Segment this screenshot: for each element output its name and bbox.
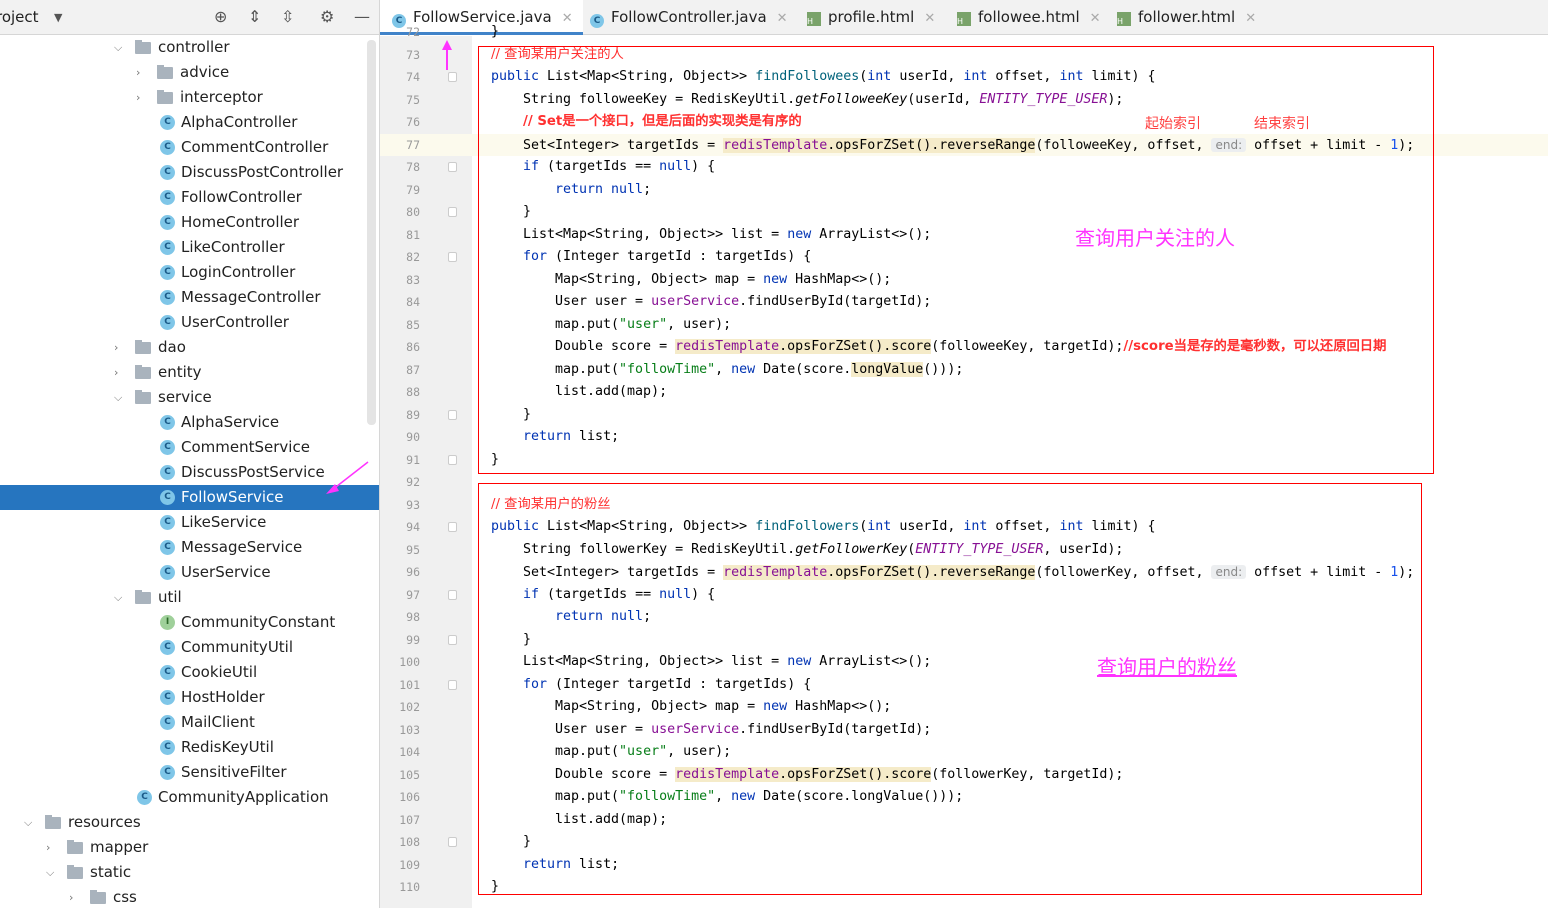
up-arrow-icon [442, 40, 452, 70]
annotation-arrows [326, 40, 452, 494]
pointer-arrow-icon [326, 461, 369, 494]
